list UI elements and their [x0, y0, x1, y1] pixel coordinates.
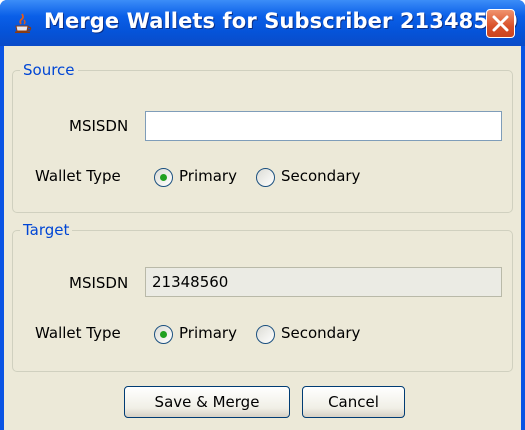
window-title: Merge Wallets for Subscriber 21348560 [44, 9, 518, 33]
source-secondary-label[interactable]: Secondary [281, 167, 360, 185]
target-group: Target MSISDN 21348560 Wallet Type Prima… [12, 221, 513, 372]
save-merge-button[interactable]: Save & Merge [124, 386, 290, 418]
title-bar[interactable]: Merge Wallets for Subscriber 21348560 [0, 0, 525, 46]
target-msisdn-label: MSISDN [69, 274, 129, 292]
source-group-label: Source [20, 61, 78, 79]
source-group: Source MSISDN Wallet Type Primary Second… [12, 61, 513, 213]
target-secondary-label[interactable]: Secondary [281, 324, 360, 342]
target-primary-radio[interactable] [154, 325, 173, 344]
target-primary-label[interactable]: Primary [179, 324, 237, 342]
merge-wallets-dialog: Merge Wallets for Subscriber 21348560 So… [0, 0, 525, 430]
close-button[interactable] [486, 9, 515, 38]
source-msisdn-label: MSISDN [69, 117, 129, 135]
source-primary-label[interactable]: Primary [179, 167, 237, 185]
java-cup-icon [15, 13, 32, 33]
source-secondary-radio[interactable] [256, 168, 275, 187]
cancel-button[interactable]: Cancel [302, 386, 405, 418]
dialog-content: Source MSISDN Wallet Type Primary Second… [4, 46, 521, 430]
target-wallet-type-label: Wallet Type [35, 324, 121, 342]
radio-selected-dot [160, 331, 167, 338]
target-secondary-radio[interactable] [256, 325, 275, 344]
source-wallet-type-label: Wallet Type [35, 167, 121, 185]
target-group-label: Target [20, 221, 73, 239]
source-msisdn-input[interactable] [145, 111, 502, 141]
radio-selected-dot [160, 174, 167, 181]
close-icon [492, 15, 509, 32]
target-msisdn-input[interactable]: 21348560 [145, 267, 502, 297]
source-primary-radio[interactable] [154, 168, 173, 187]
